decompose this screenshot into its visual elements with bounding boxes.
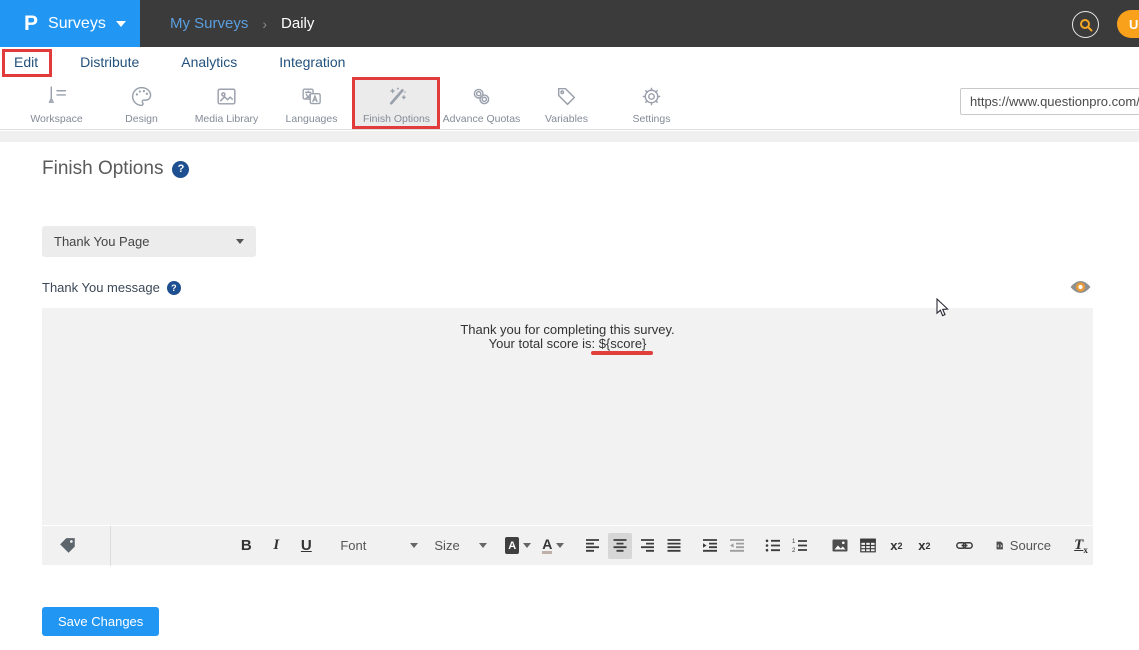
palette-icon [129, 83, 154, 109]
editor-line-1: Thank you for completing this survey. [42, 323, 1093, 337]
svg-text:1: 1 [792, 539, 796, 545]
chevron-down-icon [410, 543, 418, 548]
numbered-list-button[interactable]: 12 [788, 533, 812, 559]
insert-link-button[interactable] [952, 533, 976, 559]
font-size-dropdown[interactable]: Size [434, 533, 487, 559]
ribbon-label: Design [125, 113, 158, 125]
save-changes-button[interactable]: Save Changes [42, 607, 159, 636]
tab-edit[interactable]: Edit [14, 50, 38, 76]
product-name: Surveys [48, 15, 106, 33]
insert-image-button[interactable] [828, 533, 852, 559]
chain-icon [469, 83, 494, 109]
top-navbar: P Surveys My Surveys › Daily Up [0, 0, 1139, 47]
workspace-icon [44, 83, 69, 109]
upgrade-button[interactable]: Up [1117, 10, 1139, 38]
questionpro-app: P Surveys My Surveys › Daily Up Edit Dis… [0, 0, 1139, 650]
svg-text:2: 2 [792, 548, 796, 553]
insert-table-button[interactable] [856, 533, 880, 559]
ribbon-item-media-library[interactable]: Media Library [184, 78, 269, 129]
align-center-button[interactable] [608, 533, 632, 559]
thank-you-message-label: Thank You message [42, 280, 160, 295]
breadcrumb-current-survey: Daily [281, 15, 314, 32]
ribbon-label: Media Library [195, 113, 259, 125]
source-icon [996, 538, 1003, 553]
chevron-down-icon [479, 543, 487, 548]
chevron-down-icon [556, 543, 564, 548]
text-color-icon: A [542, 538, 552, 554]
bullet-list-button[interactable] [761, 533, 785, 559]
search-icon [1079, 18, 1093, 32]
score-variable: ${score} [599, 336, 647, 351]
view-source-button[interactable]: Source [996, 533, 1051, 559]
superscript-button[interactable]: x2 [912, 533, 936, 559]
remove-format-button[interactable]: Tx [1069, 533, 1093, 559]
chevron-down-icon [236, 239, 244, 244]
tab-distribute[interactable]: Distribute [80, 50, 139, 76]
insert-variable-tag-button[interactable] [56, 533, 80, 559]
decrease-indent-button[interactable] [725, 533, 749, 559]
subscript-button[interactable]: x2 [884, 533, 908, 559]
product-switcher[interactable]: P Surveys [0, 0, 140, 47]
ribbon-item-advance-quotas[interactable]: Advance Quotas [439, 78, 524, 129]
editor-content: Thank you for completing this survey. Yo… [42, 308, 1093, 351]
text-color-button[interactable]: A [541, 533, 565, 559]
image-icon [214, 83, 239, 109]
italic-button[interactable]: I [264, 533, 288, 559]
chevron-down-icon [116, 21, 126, 27]
ribbon-label: Finish Options [363, 113, 430, 125]
ribbon-item-languages[interactable]: Languages [269, 78, 354, 129]
questionpro-logo-icon: P [24, 13, 38, 34]
gear-icon [639, 83, 664, 109]
background-color-button[interactable]: A [505, 533, 531, 559]
align-left-button[interactable] [581, 533, 605, 559]
dropdown-selected-value: Thank You Page [54, 234, 236, 249]
ribbon-item-settings[interactable]: Settings [609, 78, 694, 129]
toolbar-divider [110, 526, 111, 566]
increase-indent-button[interactable] [698, 533, 722, 559]
preview-eye-icon[interactable] [1069, 279, 1092, 295]
ribbon-label: Languages [286, 113, 338, 125]
page-background-strip [0, 131, 1139, 142]
ribbon-item-design[interactable]: Design [99, 78, 184, 129]
font-family-dropdown[interactable]: Font [340, 533, 418, 559]
ribbon-item-workspace[interactable]: Workspace [14, 78, 99, 129]
chevron-down-icon [523, 543, 531, 548]
editor-toolbar: B I U Font Size A A [42, 525, 1093, 565]
finish-option-type-dropdown[interactable]: Thank You Page [42, 226, 256, 257]
ribbon-label: Workspace [30, 113, 82, 125]
align-right-button[interactable] [635, 533, 659, 559]
ribbon-item-variables[interactable]: Variables [524, 78, 609, 129]
ribbon-item-finish-options[interactable]: Finish Options [354, 78, 439, 129]
help-icon[interactable]: ? [167, 281, 181, 295]
search-button[interactable] [1072, 11, 1099, 38]
breadcrumb-my-surveys[interactable]: My Surveys [170, 15, 248, 32]
tag-icon [554, 83, 579, 109]
magic-wand-icon [384, 83, 409, 109]
tab-integration[interactable]: Integration [279, 50, 345, 76]
thank-you-message-editor[interactable]: Thank you for completing this survey. Yo… [42, 308, 1093, 525]
breadcrumb-separator-icon: › [262, 16, 267, 32]
bold-button[interactable]: B [234, 533, 258, 559]
translate-icon [299, 83, 324, 109]
finish-options-panel: Finish Options ? Thank You Page Thank Yo… [0, 142, 1139, 650]
justify-button[interactable] [662, 533, 686, 559]
help-icon[interactable]: ? [172, 161, 189, 178]
ribbon-label: Variables [545, 113, 588, 125]
ribbon-label: Settings [633, 113, 671, 125]
breadcrumb: My Surveys › Daily [170, 0, 314, 47]
survey-url-input[interactable] [960, 88, 1139, 115]
underline-button[interactable]: U [294, 533, 318, 559]
survey-tabs: Edit Distribute Analytics Integration [0, 47, 1139, 78]
tab-analytics[interactable]: Analytics [181, 50, 237, 76]
page-title: Finish Options [42, 158, 163, 180]
background-color-icon: A [505, 537, 519, 554]
ribbon-label: Advance Quotas [443, 113, 521, 125]
editor-line-2: Your total score is: ${score} [42, 337, 1093, 351]
